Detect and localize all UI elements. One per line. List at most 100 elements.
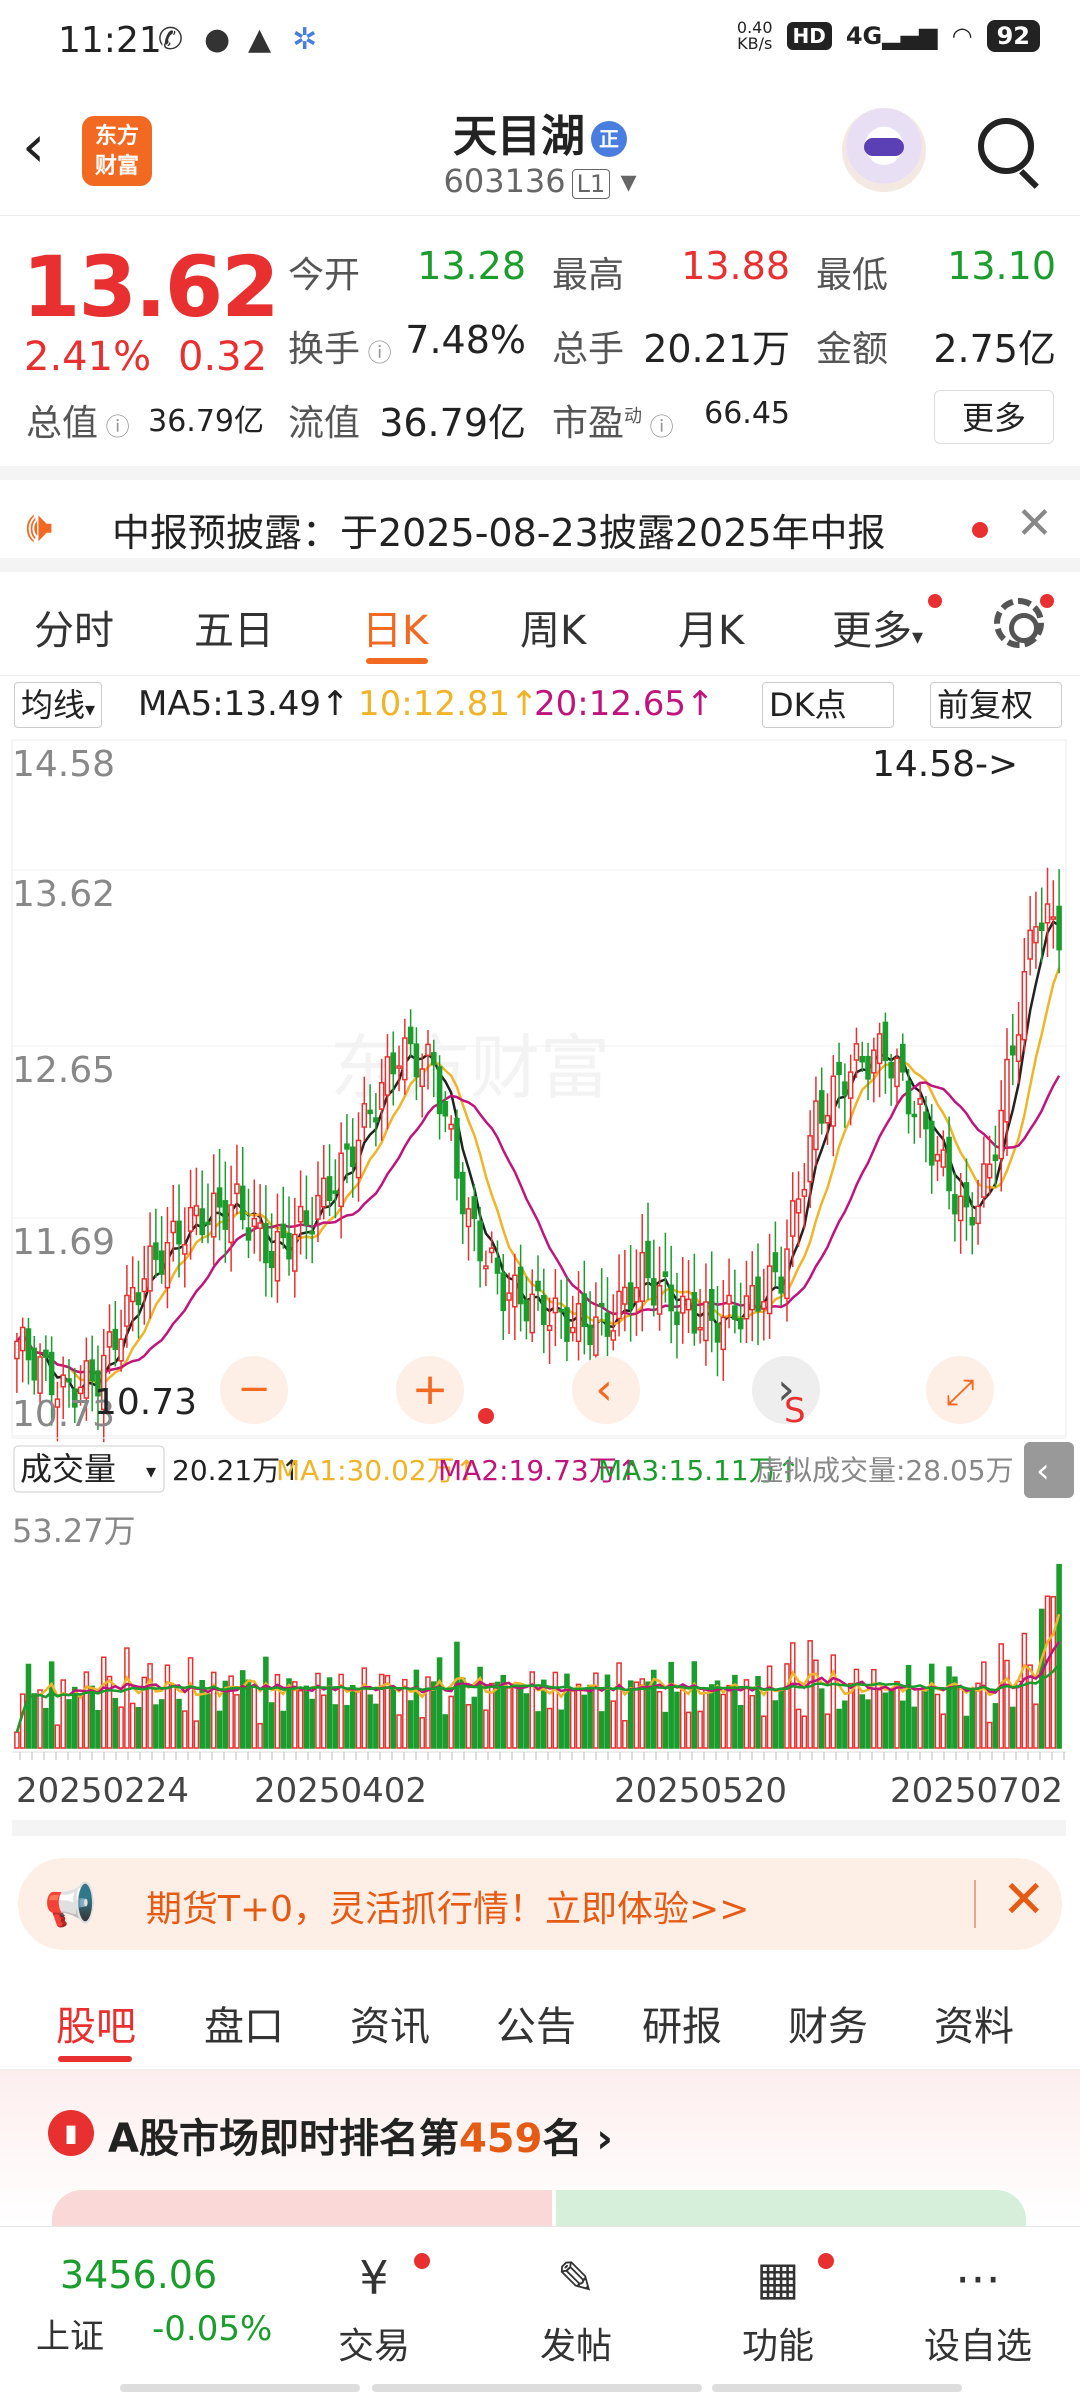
nav-add-watchlist[interactable]: ⋯ 设自选 (918, 2247, 1038, 2369)
assistant-robot-icon[interactable] (842, 108, 926, 192)
nav-trade[interactable]: ¥ 交易 (314, 2247, 434, 2369)
banner-text[interactable]: 期货T+0，灵活抓行情！立即体验>> (146, 1880, 749, 1932)
more-circle-icon: ⋯ (955, 2251, 1001, 2305)
ma20-value: 20:12.65↑ (534, 684, 715, 724)
y-label-4: 11.69 (12, 1222, 115, 1263)
current-price: 13.62 (22, 238, 280, 336)
date-label-2: 20250402 (254, 1771, 427, 1811)
virtual-volume: 虚拟成交量:28.05万 (756, 1454, 1014, 1487)
zoom-in-button[interactable]: + (396, 1356, 464, 1424)
change-amount: 0.32 (178, 334, 268, 380)
tab-news[interactable]: 资讯 (350, 1994, 430, 2052)
kline-svg[interactable]: 东方财富 14.58 13.62 12.65 11.69 10.73 14.58… (0, 732, 1080, 1842)
tab-five-day[interactable]: 五日 (194, 598, 274, 656)
tab-research[interactable]: 研报 (642, 1994, 722, 2052)
more-button[interactable]: 更多 (934, 390, 1054, 444)
active-info-tab-indicator (58, 2056, 132, 2062)
low-label: 最低 (816, 255, 889, 296)
clock: 11:21 (58, 20, 162, 61)
open-value: 13.28 (417, 244, 526, 288)
scroll-left-button[interactable]: ‹ (572, 1356, 640, 1424)
high-value: 13.88 (681, 244, 790, 288)
notice-bar[interactable]: 🕪 中报预披露：于2025-08-23披露2025年中报 ✕ (0, 466, 1080, 572)
notice-text[interactable]: 中报预披露：于2025-08-23披露2025年中报 (112, 502, 886, 557)
settings-gear-icon[interactable] (994, 598, 1044, 648)
status-bar: 11:21 ✆ ● ▲ ✲ 0.40 KB/s HD 4G▂▄▆ ◠ 92 (0, 0, 1080, 86)
tab-finance[interactable]: 财务 (788, 1994, 868, 2052)
tab-monthly-k[interactable]: 月K (678, 598, 744, 656)
volume-max-label: 53.27万 (12, 1512, 136, 1550)
svg-text:‹: ‹ (1036, 1451, 1050, 1491)
ma10-value: 10:12.81↑ (358, 684, 539, 724)
ma-bar: 均线▾ MA5:13.49↑ 10:12.81↑ 20:12.65↑ DK点 前… (0, 676, 1080, 732)
speaker-icon: 🕪 (26, 502, 53, 551)
adjust-selector[interactable]: 前复权 (930, 682, 1062, 728)
rank-text[interactable]: A股市场即时排名第459名 › (108, 2106, 613, 2164)
index-name[interactable]: 上证 (36, 2309, 104, 2358)
scroll-indicator-2 (372, 2384, 702, 2392)
date-label-1: 20250224 (16, 1771, 189, 1811)
tab-intraday[interactable]: 分时 (34, 598, 114, 656)
edit-icon: ✎ (556, 2251, 596, 2305)
info-tabs: 股吧 盘口 资讯 公告 研报 财务 资料 (0, 1966, 1080, 2070)
tab-announcements[interactable]: 公告 (496, 1994, 576, 2052)
tab-pankou[interactable]: 盘口 (204, 1994, 284, 2052)
hd-icon: HD (786, 22, 832, 50)
ma-selector[interactable]: 均线▾ (14, 682, 103, 728)
market-rank-card[interactable]: ▮ A股市场即时排名第459名 › (0, 2070, 1080, 2250)
cloud-icon: ✲ (292, 22, 318, 57)
kline-chart[interactable]: 东方财富 14.58 13.62 12.65 11.69 10.73 14.58… (0, 732, 1080, 1842)
futures-promo-banner[interactable]: 📢 期货T+0，灵活抓行情！立即体验>> ✕ (18, 1858, 1062, 1950)
level-badge: L1 (571, 169, 611, 199)
ranking-chart-icon: ▮ (48, 2110, 94, 2156)
y-label-high: 14.58 (12, 744, 115, 785)
wifi-icon: ◠ (951, 22, 973, 50)
float-cap-value: 36.79亿 (379, 401, 526, 445)
scroll-indicator-3 (712, 2384, 962, 2392)
tab-profile[interactable]: 资料 (934, 1994, 1014, 2052)
volume-value: 20.21万 (643, 327, 790, 371)
volume-selector-label: 成交量 (20, 1450, 116, 1488)
dk-point-selector[interactable]: DK点 (762, 682, 894, 728)
tab-guba[interactable]: 股吧 (56, 1994, 136, 2052)
nav-functions[interactable]: ▦ 功能 (718, 2247, 838, 2369)
amount-label: 金额 (816, 329, 889, 370)
ma5-value: MA5:13.49↑ (138, 684, 350, 724)
banner-divider (974, 1880, 976, 1928)
fullscreen-button[interactable]: ⤢ (926, 1356, 994, 1424)
turnover-label: 换手 ⓘ (288, 329, 392, 370)
sell-marker: S (784, 1391, 806, 1431)
index-value[interactable]: 3456.06 (60, 2253, 217, 2297)
signal-icon: 4G▂▄▆ (845, 22, 938, 50)
zoom-out-button[interactable]: − (220, 1356, 288, 1424)
high-label: 最高 (552, 255, 625, 296)
turnover-value: 7.48% (405, 318, 526, 362)
message-icon: ● (204, 22, 231, 57)
index-change[interactable]: -0.05% (152, 2309, 272, 2349)
unread-dot (972, 522, 988, 538)
svg-text:▾: ▾ (146, 1459, 156, 1483)
open-label: 今开 (288, 255, 361, 296)
control-dot (478, 1408, 494, 1424)
battery-icon: 92 (986, 20, 1040, 52)
amount-value: 2.75亿 (933, 327, 1056, 371)
close-icon[interactable]: ✕ (1016, 498, 1053, 549)
megaphone-icon: 📢 (44, 1880, 97, 1929)
more-dot (928, 594, 942, 608)
market-cap-label: 总值 ⓘ (26, 403, 130, 444)
tab-weekly-k[interactable]: 周K (520, 598, 586, 656)
tab-more[interactable]: 更多▾ (832, 598, 923, 656)
net-speed: 0.40 KB/s (736, 18, 773, 53)
date-label-4: 20250702 (890, 1771, 1063, 1811)
scroll-indicator-1 (120, 2384, 360, 2392)
search-icon[interactable] (978, 118, 1034, 174)
low-value: 13.10 (947, 244, 1056, 288)
low-marker: 10.73 (94, 1382, 197, 1423)
y-label-2: 13.62 (12, 874, 115, 915)
banner-close-icon[interactable]: ✕ (1002, 1870, 1046, 1930)
nav-post[interactable]: ✎ 发帖 (516, 2247, 636, 2369)
pe-value: 66.45 (704, 396, 790, 431)
float-cap-label: 流值 (288, 403, 361, 444)
tab-daily-k[interactable]: 日K (362, 598, 428, 656)
svg-text:⤢: ⤢ (946, 1372, 975, 1413)
